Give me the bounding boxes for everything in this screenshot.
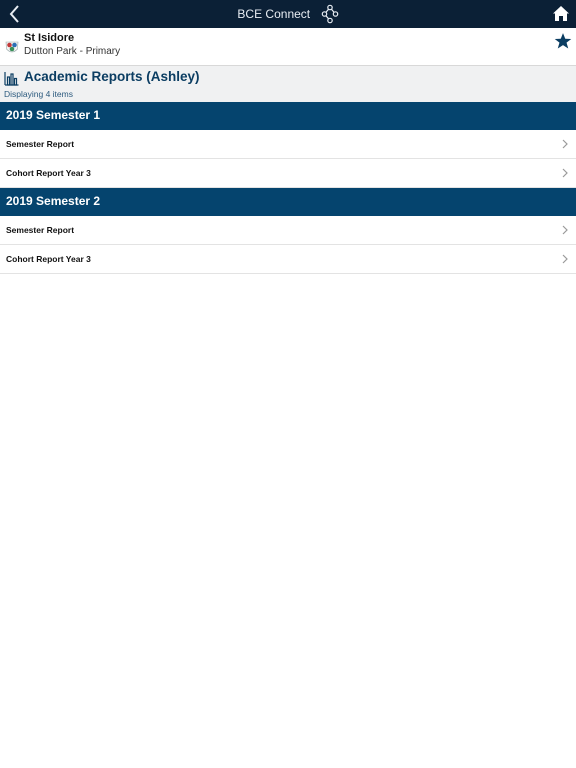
- bar-chart-icon: [4, 72, 19, 86]
- section-title: 2019 Semester 2: [6, 194, 101, 208]
- report-label: Semester Report: [6, 225, 75, 235]
- chevron-right-icon: [562, 254, 568, 264]
- page-header: Academic Reports (Ashley) Displaying 4 i…: [0, 66, 576, 102]
- app-title-group: BCE Connect: [0, 0, 576, 28]
- star-icon[interactable]: [554, 32, 572, 50]
- report-row-semester-report[interactable]: Semester Report: [0, 130, 576, 159]
- chevron-right-icon: [562, 168, 568, 178]
- top-nav-bar: BCE Connect: [0, 0, 576, 28]
- home-icon[interactable]: [552, 5, 570, 22]
- report-label: Semester Report: [6, 139, 75, 149]
- section-header-2019-semester-2: 2019 Semester 2: [0, 188, 576, 216]
- school-crest-icon: [5, 41, 19, 53]
- page-title: Academic Reports (Ashley): [24, 69, 200, 84]
- school-header: St Isidore Dutton Park - Primary: [0, 28, 576, 66]
- school-name: St Isidore: [24, 32, 75, 44]
- report-row-cohort-report-year-3[interactable]: Cohort Report Year 3: [0, 245, 576, 274]
- section-title: 2019 Semester 1: [6, 108, 101, 122]
- chevron-right-icon: [562, 225, 568, 235]
- network-nodes-icon: [321, 4, 338, 24]
- report-row-cohort-report-year-3[interactable]: Cohort Report Year 3: [0, 159, 576, 188]
- report-row-semester-report[interactable]: Semester Report: [0, 216, 576, 245]
- report-label: Cohort Report Year 3: [6, 168, 91, 178]
- section-header-2019-semester-1: 2019 Semester 1: [0, 102, 576, 130]
- app-title: BCE Connect: [237, 7, 311, 21]
- school-location: Dutton Park - Primary: [24, 46, 121, 57]
- report-label: Cohort Report Year 3: [6, 254, 91, 264]
- item-count: Displaying 4 items: [4, 89, 73, 99]
- chevron-right-icon: [562, 139, 568, 149]
